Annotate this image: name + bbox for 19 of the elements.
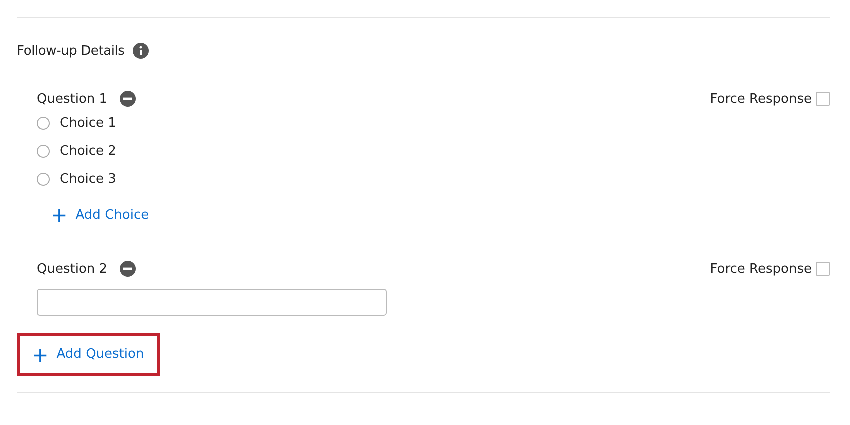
force-response-label: Force Response xyxy=(710,262,812,276)
force-response-checkbox[interactable] xyxy=(816,92,830,106)
radio-button[interactable] xyxy=(37,116,50,130)
answer-field[interactable] xyxy=(37,289,387,316)
add-choice-link[interactable]: + Add Choice xyxy=(51,205,150,225)
section-title: Follow-up Details xyxy=(17,44,125,58)
question-label: Question 2 xyxy=(37,262,108,276)
question-label: Question 1 xyxy=(37,92,108,106)
remove-icon[interactable] xyxy=(120,261,136,277)
choice-label: Choice 3 xyxy=(60,172,116,186)
radio-button[interactable] xyxy=(37,172,50,186)
choice-label: Choice 2 xyxy=(60,144,116,158)
info-icon[interactable] xyxy=(132,43,149,59)
choice-label: Choice 1 xyxy=(60,116,116,130)
add-question-button[interactable]: + Add Question xyxy=(17,333,160,376)
force-response-label: Force Response xyxy=(710,92,812,106)
radio-button[interactable] xyxy=(37,144,50,158)
force-response-checkbox[interactable] xyxy=(816,262,830,276)
remove-icon[interactable] xyxy=(120,91,136,107)
